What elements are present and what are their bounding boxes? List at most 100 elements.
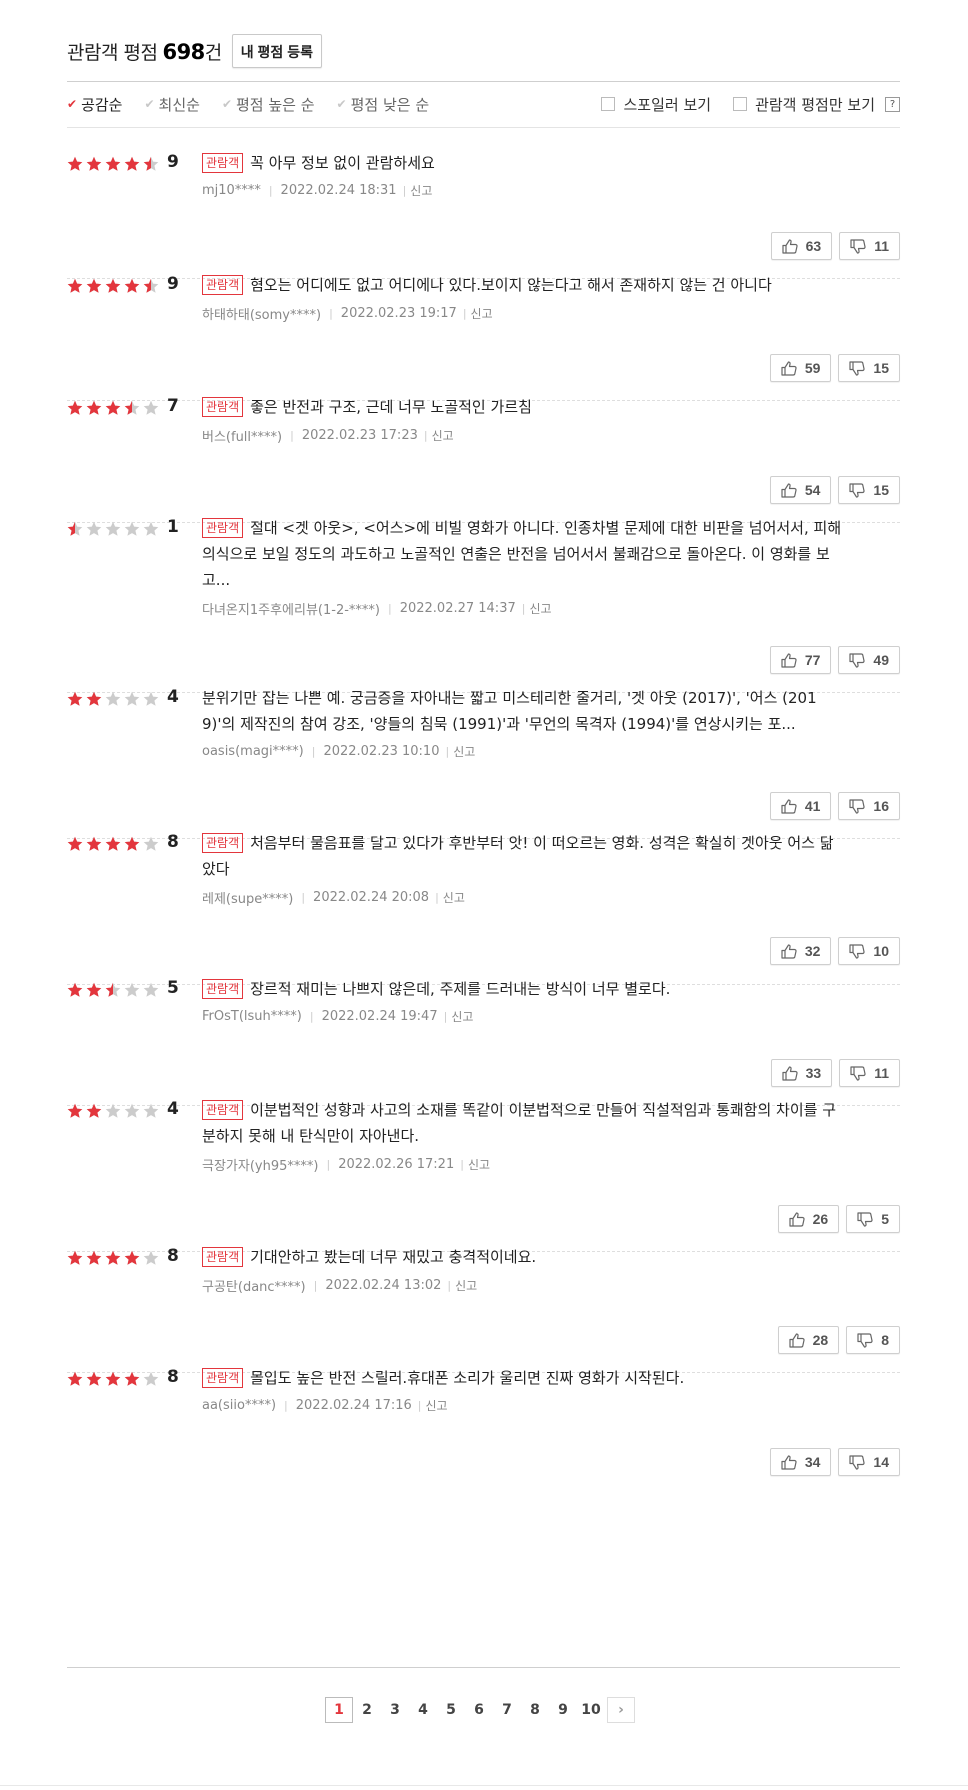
star-empty-icon [143, 521, 159, 537]
sympathy-button[interactable]: 41 [769, 792, 832, 820]
star-rating [67, 521, 162, 537]
review-text: 분위기만 잡는 나쁜 예. 궁금증을 자아내는 짧고 미스테리한 줄거리, '겟… [202, 689, 817, 733]
page-link-9[interactable]: 9 [549, 1697, 577, 1723]
sympathy-button[interactable]: 59 [769, 354, 832, 382]
vote-buttons: 77 49 [763, 646, 900, 674]
page-link-10[interactable]: 10 [577, 1697, 605, 1723]
page-link-4[interactable]: 4 [409, 1697, 437, 1723]
star-full-icon [86, 156, 102, 172]
page-link-2[interactable]: 2 [353, 1697, 381, 1723]
sympathy-button[interactable]: 32 [769, 937, 832, 965]
non-sympathy-button[interactable]: 49 [838, 646, 900, 674]
report-link[interactable]: 신고 [468, 1156, 490, 1173]
review-score: 4 [167, 687, 179, 707]
sympathy-button[interactable]: 54 [769, 476, 832, 504]
thumbs-up-icon [781, 943, 805, 959]
review-author: aa(siio****) [202, 1398, 277, 1413]
thumbs-up-icon [781, 798, 805, 814]
sympathy-button[interactable]: 26 [777, 1205, 840, 1233]
spoiler-checkbox[interactable] [601, 97, 616, 111]
sympathy-button[interactable]: 28 [777, 1326, 840, 1354]
audience-only-checkbox[interactable] [733, 97, 748, 111]
sympathy-button[interactable]: 63 [770, 232, 833, 260]
thumbs-up-icon [781, 1454, 805, 1470]
report-link[interactable]: 신고 [453, 743, 475, 760]
sympathy-button[interactable]: 33 [770, 1059, 833, 1087]
star-rating [67, 400, 162, 416]
next-page-button[interactable]: › [607, 1697, 635, 1723]
report-link[interactable]: 신고 [432, 427, 454, 444]
star-empty-icon [105, 1103, 121, 1119]
sort-bar: ✔ 공감순 ✔ 최신순 ✔ 평점 높은 순 ✔ 평점 낮은 순 스포일러 보기 관람객 … [67, 89, 900, 119]
page-link-5[interactable]: 5 [437, 1697, 465, 1723]
thumbs-up-icon [781, 360, 805, 376]
review-date: 2022.02.24 17:16 [295, 1398, 412, 1413]
audience-badge: 관람객 [202, 1368, 244, 1388]
sort-latest[interactable]: ✔ 최신순 [144, 94, 199, 115]
page-link-1[interactable]: 1 [325, 1697, 353, 1723]
report-link[interactable]: 신고 [471, 305, 493, 322]
non-sympathy-button[interactable]: 15 [838, 476, 900, 504]
star-empty-icon [143, 1103, 159, 1119]
review-author: 하태하태(somy****) [202, 308, 322, 323]
non-sympathy-button[interactable]: 8 [846, 1326, 900, 1354]
page-link-8[interactable]: 8 [521, 1697, 549, 1723]
non-sympathy-count: 11 [874, 238, 889, 254]
review-header: 관람객 평점 698건 내 평점 등록 [67, 33, 322, 69]
review-score: 9 [167, 152, 179, 172]
non-sympathy-button[interactable]: 5 [846, 1205, 900, 1233]
help-icon[interactable]: ? [885, 96, 900, 112]
sort-label: 평점 높은 순 [236, 95, 315, 114]
audience-badge: 관람객 [202, 1100, 244, 1120]
divider [67, 81, 900, 82]
audience-badge: 관람객 [202, 153, 244, 173]
report-link[interactable]: 신고 [410, 182, 432, 199]
review-meta: 레제(supe****) | 2022.02.24 20:08 | 신고 [202, 888, 847, 907]
report-link[interactable]: 신고 [455, 1277, 477, 1294]
non-sympathy-button[interactable]: 11 [839, 232, 900, 260]
non-sympathy-button[interactable]: 11 [839, 1059, 900, 1087]
sort-sympathy[interactable]: ✔ 공감순 [67, 94, 122, 115]
thumbs-down-icon [850, 1065, 874, 1081]
review-count-unit: 건 [204, 41, 222, 64]
star-empty-icon [86, 521, 102, 537]
non-sympathy-button[interactable]: 15 [838, 354, 900, 382]
spoiler-filter[interactable]: 스포일러 보기 [601, 94, 711, 115]
page-link-7[interactable]: 7 [493, 1697, 521, 1723]
review-text-block: 관람객 절대 <겟 아웃>, <어스>에 비빌 영화가 아니다. 인종차별 문제에… [202, 515, 847, 593]
review-author: 다녀온지1주후에리뷰(1-2-****) [202, 603, 380, 618]
check-icon: ✔ [144, 97, 155, 111]
sympathy-count: 32 [804, 943, 821, 959]
star-half-icon [124, 400, 140, 416]
thumbs-up-icon [782, 238, 806, 254]
sort-highest[interactable]: ✔ 평점 높은 순 [222, 94, 315, 115]
page-link-6[interactable]: 6 [465, 1697, 493, 1723]
star-full-icon [86, 836, 102, 852]
sympathy-button[interactable]: 77 [769, 646, 832, 674]
non-sympathy-button[interactable]: 10 [838, 937, 900, 965]
review-body: 관람객 기대안하고 봤는데 너무 재밌고 충격적이네요. 구공탄(danc****)… [202, 1244, 847, 1295]
report-link[interactable]: 신고 [443, 889, 465, 906]
review-author: 구공탄(danc****) [202, 1280, 306, 1295]
report-link[interactable]: 신고 [426, 1397, 448, 1414]
review-text-block: 관람객 혐오는 어디에도 없고 어디에나 있다.보이지 않는다고 해서 존재하지 … [202, 272, 847, 298]
star-full-icon [67, 691, 83, 707]
review-date: 2022.02.24 13:02 [325, 1278, 442, 1293]
meta-divider: | [313, 1279, 318, 1292]
report-link[interactable]: 신고 [529, 600, 551, 617]
audience-only-filter[interactable]: 관람객 평점만 보기 [733, 94, 875, 115]
star-rating [67, 278, 162, 294]
review-date: 2022.02.24 20:08 [313, 890, 430, 905]
meta-divider: | [521, 602, 526, 615]
sort-lowest[interactable]: ✔ 평점 낮은 순 [337, 94, 430, 115]
sympathy-count: 77 [804, 652, 821, 668]
sympathy-button[interactable]: 34 [769, 1448, 832, 1476]
meta-divider: | [284, 1399, 288, 1412]
register-rating-button[interactable]: 내 평점 등록 [231, 34, 322, 68]
report-link[interactable]: 신고 [451, 1008, 473, 1025]
non-sympathy-button[interactable]: 16 [838, 792, 900, 820]
pagination: 1 2 3 4 5 6 7 8 9 10 › [325, 1697, 635, 1723]
review-meta: FrOsT(lsuh****) | 2022.02.24 19:47 | 신고 [202, 1008, 847, 1025]
page-link-3[interactable]: 3 [381, 1697, 409, 1723]
non-sympathy-button[interactable]: 14 [838, 1448, 900, 1476]
